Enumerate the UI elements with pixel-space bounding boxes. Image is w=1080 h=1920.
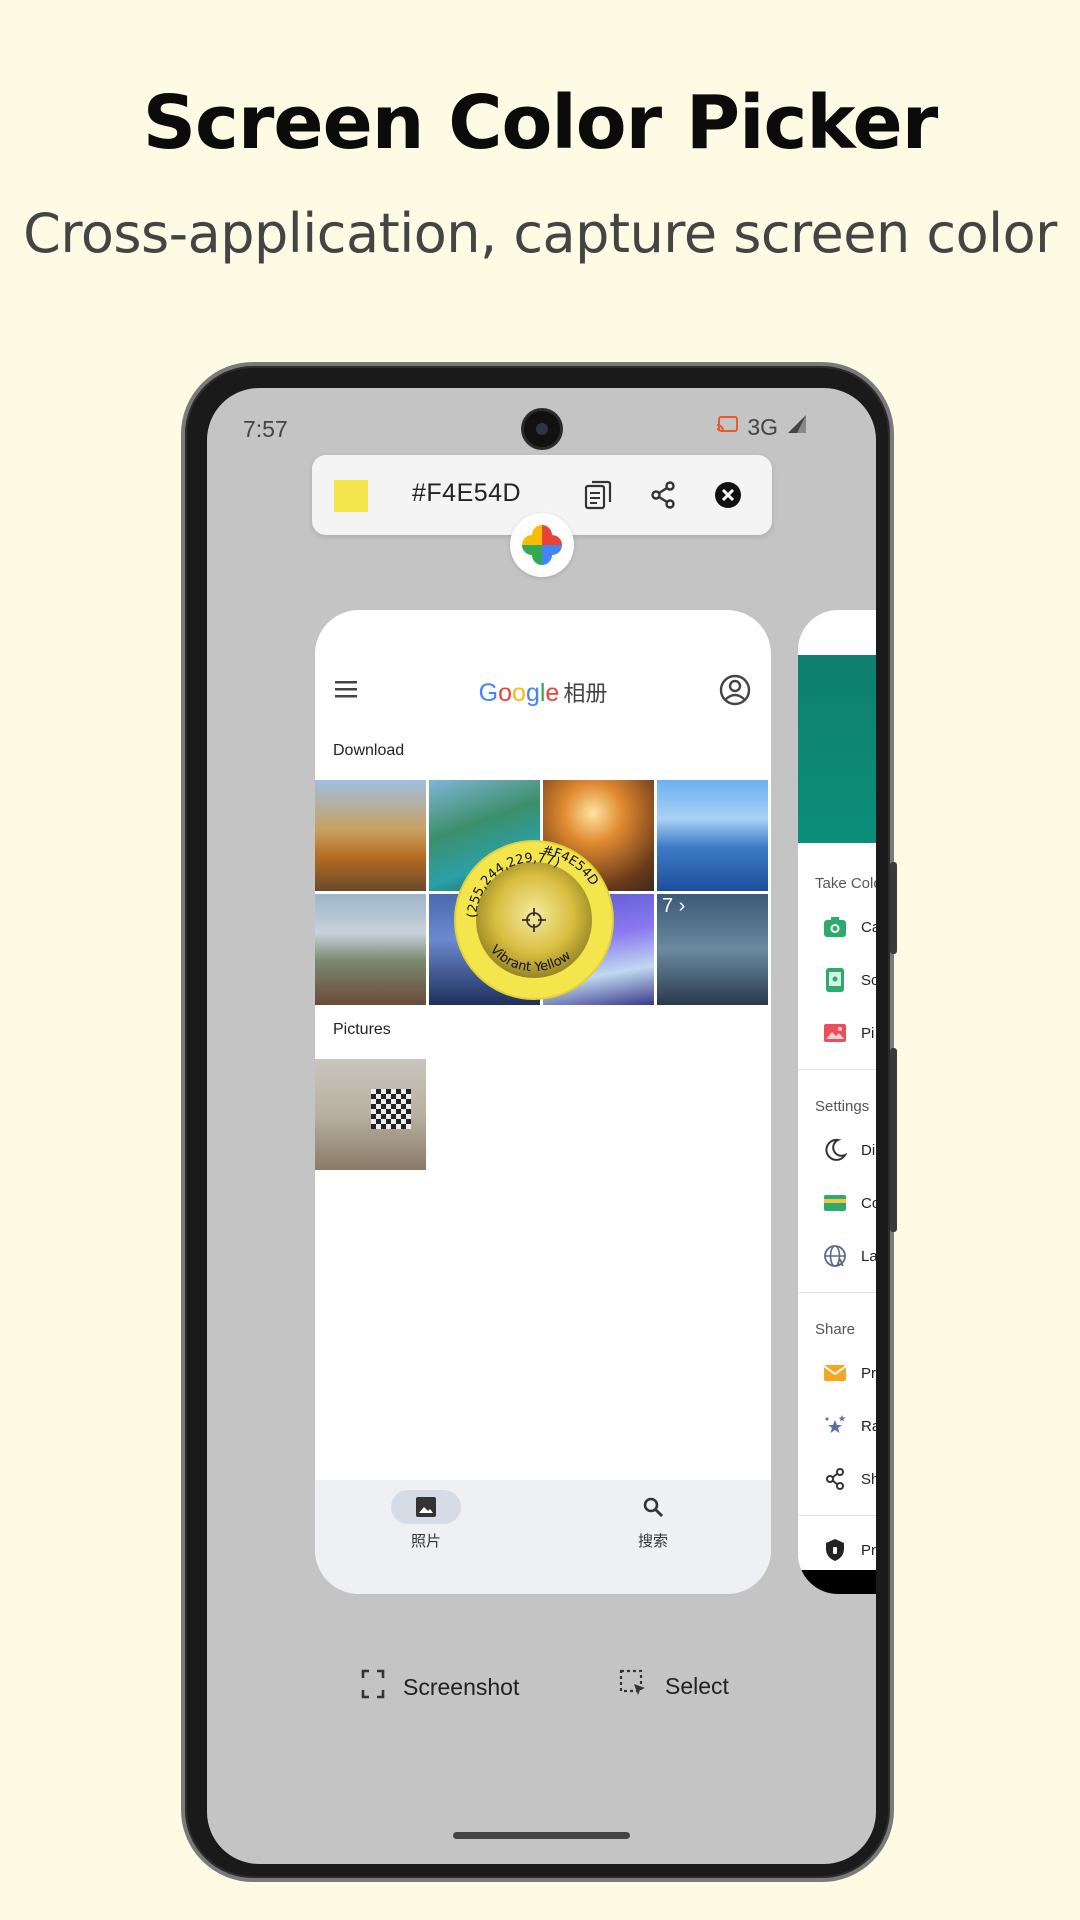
photo-thumbnail[interactable]: [315, 780, 426, 891]
screenshot-icon: [361, 1669, 385, 1705]
select-label: Select: [665, 1672, 729, 1699]
nav-search[interactable]: 搜索: [598, 1490, 708, 1551]
google-photos-icon: [510, 513, 574, 577]
section-pictures: Pictures: [333, 1021, 391, 1038]
menu-rate[interactable]: Ra: [823, 1411, 876, 1441]
close-icon[interactable]: [710, 477, 746, 513]
nav-photos[interactable]: 照片: [371, 1490, 481, 1551]
network-type: 3G: [747, 413, 778, 440]
menu-feedback[interactable]: Pr: [823, 1358, 876, 1388]
stars-icon: [823, 1414, 847, 1438]
select-area-icon: [619, 1669, 647, 1703]
menu-language[interactable]: A La: [823, 1241, 876, 1271]
home-indicator[interactable]: [453, 1832, 630, 1839]
divider: [798, 1292, 876, 1293]
card-bottom-bar: [798, 1570, 876, 1594]
select-button[interactable]: Select: [619, 1669, 729, 1703]
promo-title: Screen Color Picker: [142, 80, 938, 166]
status-time: 7:57: [243, 416, 288, 442]
mail-icon: [823, 1361, 847, 1385]
menu-picture-label: Pi: [861, 1024, 875, 1042]
take-color-header: Take Colo: [815, 875, 876, 892]
google-logo: Google: [478, 679, 560, 707]
moon-icon: [823, 1138, 847, 1162]
screenshot-label: Screenshot: [403, 1673, 520, 1700]
menu-feedback-label: Pr: [861, 1364, 876, 1382]
share-icon: [823, 1467, 847, 1491]
menu-camera[interactable]: Ca: [823, 912, 876, 942]
menu-color-card[interactable]: Co: [823, 1188, 876, 1218]
volume-button: [890, 862, 897, 954]
hex-value[interactable]: #F4E54D: [412, 479, 521, 508]
menu-share[interactable]: Sh: [823, 1464, 876, 1494]
front-camera: [521, 408, 563, 450]
photos-header: Google 相册: [315, 668, 771, 718]
promo-subtitle: Cross-application, capture screen color: [23, 202, 1057, 265]
menu-privacy[interactable]: Pr: [823, 1535, 876, 1565]
photos-app-card[interactable]: Google 相册 Download 7 › (255,244,229,77) …: [315, 610, 771, 1594]
status-icons: 3G: [715, 413, 808, 441]
menu-rate-label: Ra: [861, 1417, 876, 1435]
app-header-banner: [798, 655, 876, 843]
camera-icon: [823, 915, 847, 939]
picture-icon: [823, 1021, 847, 1045]
cast-icon: [715, 414, 739, 441]
loupe-color-name: Vibrant Yellow: [487, 942, 574, 975]
menu-camera-label: Ca: [861, 918, 876, 936]
screenshot-button[interactable]: Screenshot: [361, 1669, 519, 1705]
menu-language-label: La: [861, 1247, 876, 1265]
account-icon[interactable]: [719, 674, 751, 711]
menu-privacy-label: Pr: [861, 1541, 876, 1559]
nav-photos-label: 照片: [410, 1533, 441, 1550]
privacy-icon: [823, 1538, 847, 1562]
phone-frame: 7:57 3G #F4E54D Google 相册 Download 7 › (…: [181, 362, 897, 1882]
nav-search-label: 搜索: [637, 1533, 668, 1550]
card-icon: [823, 1191, 847, 1215]
photos-title-suffix: 相册: [563, 681, 608, 706]
menu-picture[interactable]: Pi: [823, 1018, 874, 1048]
signal-icon: [786, 413, 808, 441]
menu-share-label: Sh: [861, 1470, 876, 1488]
more-count: 7 ›: [662, 895, 686, 917]
photo-thumbnail[interactable]: [315, 894, 426, 1005]
copy-icon[interactable]: [580, 477, 616, 513]
svg-text:A: A: [836, 1258, 844, 1268]
divider: [798, 1515, 876, 1516]
photo-icon: [391, 1490, 461, 1524]
photo-thumbnail[interactable]: [315, 1059, 426, 1170]
power-button: [890, 1048, 897, 1232]
color-swatch: [334, 480, 368, 512]
screen-icon: [823, 968, 847, 992]
checkerboard-tv: [371, 1089, 411, 1129]
phone-screen: 7:57 3G #F4E54D Google 相册 Download 7 › (…: [207, 388, 876, 1864]
settings-header: Settings: [815, 1098, 870, 1115]
photos-title: Google 相册: [315, 676, 771, 708]
share-header: Share: [815, 1321, 856, 1338]
menu-screen[interactable]: Sc: [823, 965, 876, 995]
menu-dark-mode-label: Di: [861, 1141, 876, 1159]
section-download: Download: [333, 742, 405, 759]
color-picker-app-card[interactable]: Take Colo Ca Sc Pi Settings Di Co: [798, 610, 876, 1594]
share-icon[interactable]: [645, 477, 681, 513]
divider: [798, 1069, 876, 1070]
search-icon: [618, 1490, 688, 1524]
menu-screen-label: Sc: [861, 971, 876, 989]
language-icon: A: [823, 1244, 847, 1268]
photo-thumbnail[interactable]: [657, 780, 768, 891]
loupe-label-ring: (255,244,229,77) #F4E54D Vibrant Yellow: [465, 843, 601, 975]
bottom-nav: 照片 搜索: [315, 1480, 771, 1594]
menu-color-card-label: Co: [861, 1194, 876, 1212]
menu-dark-mode[interactable]: Di: [823, 1135, 875, 1165]
loupe-rgb: (255,244,229,77): [465, 851, 562, 918]
